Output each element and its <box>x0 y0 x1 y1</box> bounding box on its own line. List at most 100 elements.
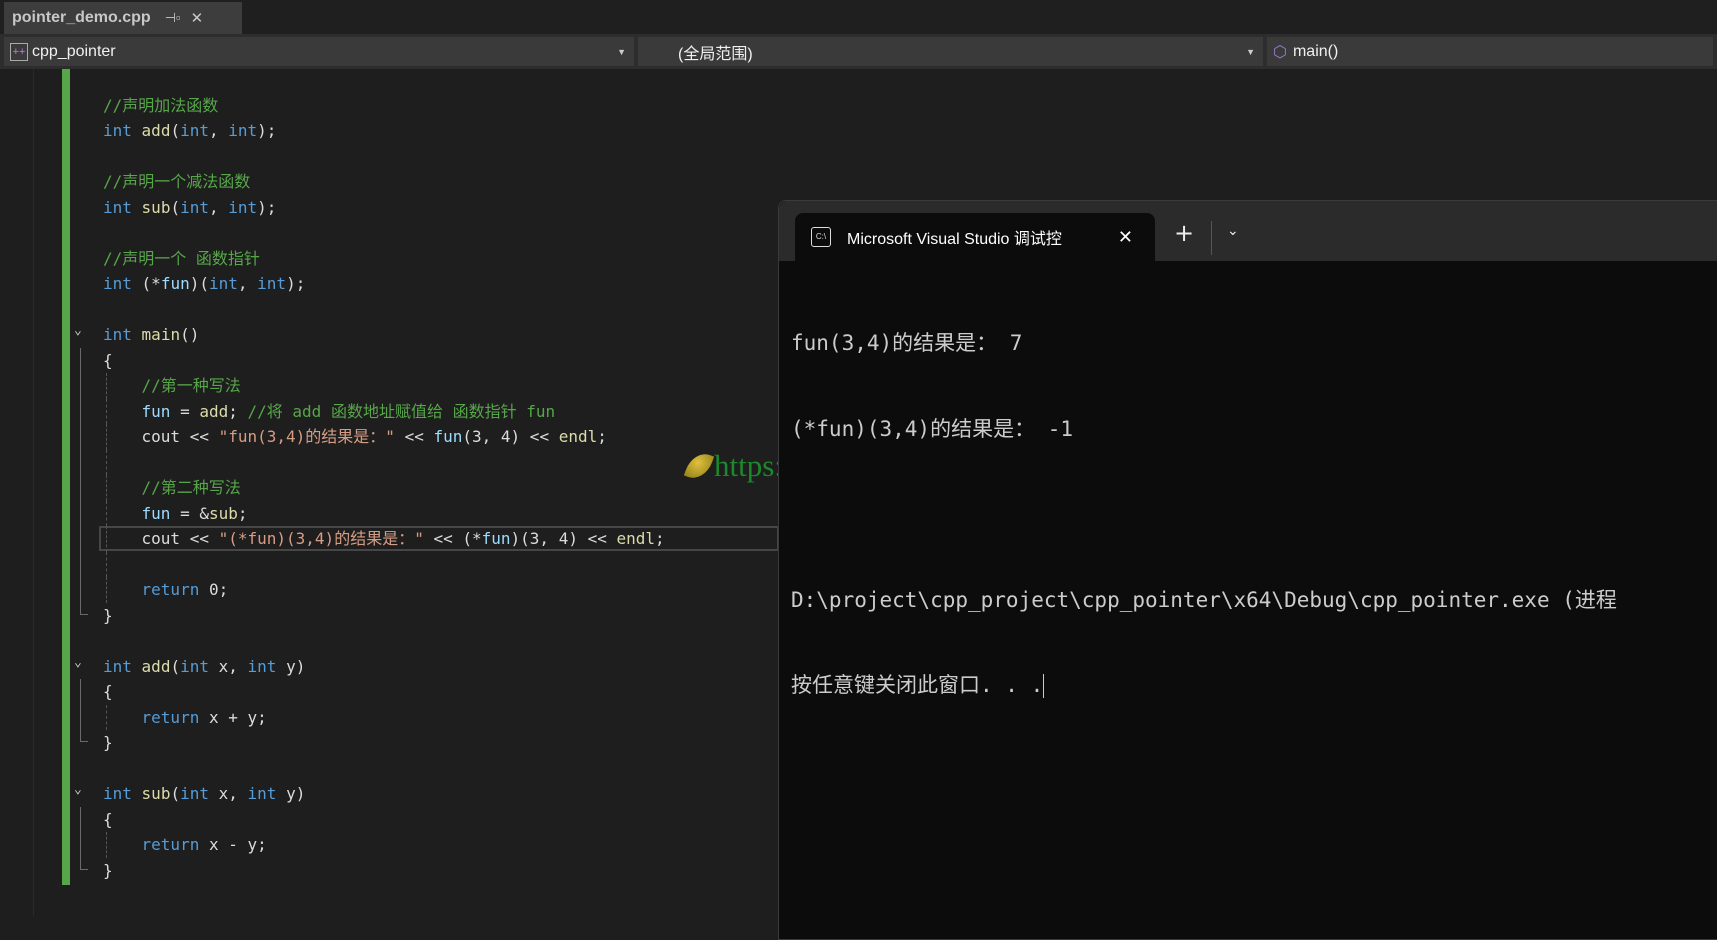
terminal-icon: C:\ <box>811 227 831 247</box>
code-token-variable: fun <box>433 427 463 446</box>
code-token-text: x - y; <box>199 835 267 854</box>
member-dropdown[interactable]: ⬡ main() <box>1267 37 1713 66</box>
project-icon: ++ <box>10 42 28 61</box>
console-line: 按任意键关闭此窗口. . . <box>791 671 1717 700</box>
code-token-variable: fun <box>141 401 171 421</box>
indent-guide <box>106 424 107 450</box>
fold-guide <box>80 551 81 577</box>
code-token-variable: fun <box>141 503 171 523</box>
console-tab[interactable]: C:\ Microsoft Visual Studio 调试控 ✕ <box>795 213 1155 261</box>
indent-guide <box>106 526 107 552</box>
indent-guide <box>106 449 107 475</box>
code-token-function: add <box>141 121 171 140</box>
code-token-text: y) <box>276 656 306 676</box>
console-prompt: 按任意键关闭此窗口. . . <box>791 673 1044 697</box>
code-token-text: () <box>180 325 200 344</box>
code-token-keyword: int <box>180 197 209 217</box>
console-output[interactable]: fun(3,4)的结果是： 7 (*fun)(3,4)的结果是： -1 ​ D:… <box>779 261 1717 757</box>
console-title-bar: C:\ Microsoft Visual Studio 调试控 ✕ + ⌄ <box>779 201 1717 261</box>
code-token-text: ; <box>237 503 248 523</box>
fold-guide <box>80 373 81 399</box>
code-token-text: (3, 4) << <box>462 427 559 446</box>
code-token-keyword: int <box>180 121 209 140</box>
code-token-keyword: return <box>141 835 200 854</box>
fold-chevron-icon[interactable]: ⌄ <box>74 318 82 344</box>
code-token-keyword: int <box>257 274 287 293</box>
code-token-keyword: int <box>103 197 132 217</box>
document-tab-strip: pointer_demo.cpp ⊣▫ ✕ <box>0 0 1717 34</box>
code-token-function: sub <box>208 503 238 523</box>
navigation-bar: ++ cpp_pointer ▼ (全局范围) ▼ ⬡ main() <box>0 34 1717 69</box>
close-icon[interactable]: ✕ <box>191 9 204 27</box>
code-token-text: (* <box>131 274 161 293</box>
project-dropdown[interactable]: ++ cpp_pointer ▼ <box>4 37 634 66</box>
console-line: ​ <box>791 500 1717 529</box>
code-token-text: ; <box>597 427 607 446</box>
indent-guide <box>106 373 107 399</box>
code-token-keyword: int <box>103 121 132 140</box>
code-token-text: , <box>209 121 229 140</box>
fold-guide <box>80 424 81 450</box>
chevron-down-icon[interactable]: ⌄ <box>1227 223 1239 239</box>
indent-guide <box>106 704 107 730</box>
fold-guide <box>80 526 81 552</box>
code-line[interactable]: //声明加法函数 <box>0 93 1717 119</box>
chevron-down-icon: ▼ <box>1246 46 1255 57</box>
code-token-keyword: int <box>103 656 132 676</box>
code-token-function: add <box>199 401 229 421</box>
code-token-text: x, <box>209 656 248 676</box>
code-token-function: main <box>141 325 181 344</box>
code-token-text: } <box>103 860 113 880</box>
code-token-text: ( <box>170 784 181 803</box>
code-token-variable: fun <box>160 274 190 293</box>
code-token-comment: //将 add 函数地址赋值给 函数指针 fun <box>247 401 556 421</box>
leaf-icon <box>683 449 715 483</box>
code-token-comment: //声明一个减法函数 <box>103 172 251 191</box>
code-token-text: { <box>103 682 113 701</box>
scope-dropdown[interactable]: (全局范围) ▼ <box>638 37 1263 66</box>
indent-guide <box>106 398 107 424</box>
fold-guide <box>80 602 88 615</box>
pin-icon[interactable]: ⊣▫ <box>165 10 181 26</box>
code-token-comment: //声明一个 函数指针 <box>103 248 260 268</box>
code-token-text: { <box>103 809 113 829</box>
code-line[interactable] <box>0 144 1717 170</box>
close-icon[interactable]: ✕ <box>1118 227 1133 248</box>
code-token-string: "fun(3,4)的结果是：" <box>218 427 395 446</box>
fold-chevron-icon[interactable]: ⌄ <box>74 650 82 676</box>
project-name: cpp_pointer <box>32 42 116 60</box>
chevron-down-icon: ▼ <box>617 46 626 57</box>
code-line[interactable] <box>0 67 1717 93</box>
console-window[interactable]: C:\ Microsoft Visual Studio 调试控 ✕ + ⌄ fu… <box>778 200 1717 940</box>
current-line-highlight <box>99 526 779 551</box>
code-token-text: ( <box>170 656 181 676</box>
fold-chevron-icon[interactable]: ⌄ <box>74 777 82 803</box>
code-line[interactable]: //声明一个减法函数 <box>0 169 1717 195</box>
code-token-keyword: int <box>247 784 277 803</box>
indent-guide <box>106 500 107 526</box>
code-token-keyword: int <box>103 325 132 344</box>
new-tab-plus-icon[interactable]: + <box>1174 221 1194 245</box>
fold-guide <box>80 449 81 475</box>
indent-guide <box>106 475 107 501</box>
text-cursor <box>1043 674 1045 698</box>
code-token-function: sub <box>141 197 171 217</box>
code-token-text: cout << <box>103 427 219 446</box>
document-tab[interactable]: pointer_demo.cpp ⊣▫ ✕ <box>4 2 242 34</box>
code-token-text: { <box>103 350 113 370</box>
code-token-text: ); <box>286 274 306 293</box>
member-name: main() <box>1292 42 1339 60</box>
code-line[interactable]: int add(int, int); <box>0 118 1717 144</box>
code-token-function: sub <box>141 784 171 803</box>
code-token-text: y) <box>276 784 306 803</box>
fold-guide <box>80 577 81 603</box>
code-token-keyword: return <box>141 580 200 599</box>
code-token-text: ); <box>257 197 277 217</box>
